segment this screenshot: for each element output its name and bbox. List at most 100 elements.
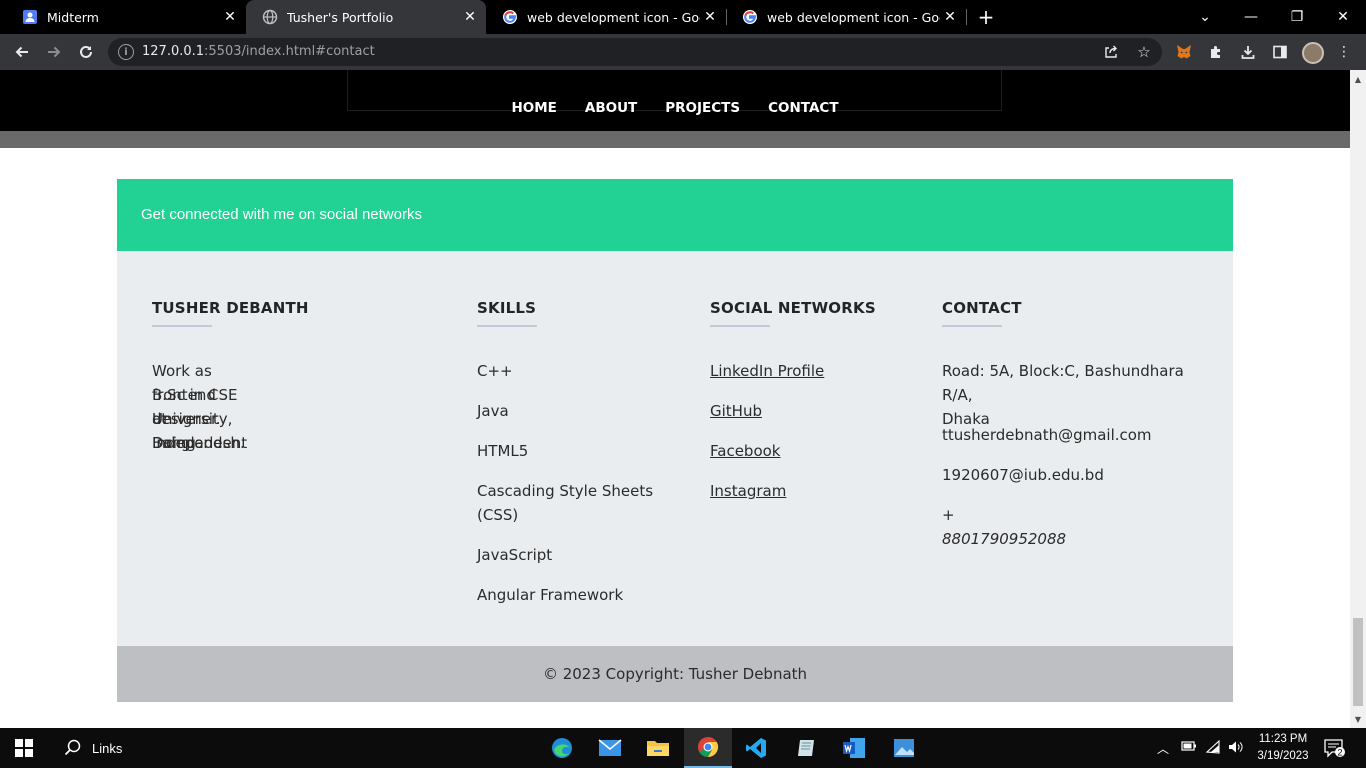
taskbar-search-label[interactable]: Links bbox=[92, 728, 136, 768]
wifi-icon[interactable] bbox=[1205, 739, 1221, 757]
page-viewport: HOME ABOUT PROJECTS CONTACT Get connecte… bbox=[0, 70, 1350, 728]
chrome-icon[interactable] bbox=[684, 728, 732, 768]
contact-heading: CONTACT bbox=[942, 299, 1022, 317]
scroll-up-arrow-icon[interactable]: ▲ bbox=[1350, 72, 1366, 86]
heading-rule bbox=[942, 325, 1002, 327]
back-arrow-icon[interactable] bbox=[8, 38, 36, 66]
facebook-link[interactable]: Facebook bbox=[710, 442, 780, 460]
battery-icon[interactable] bbox=[1181, 740, 1197, 755]
nav-about[interactable]: ABOUT bbox=[585, 100, 637, 116]
nav-links: HOME ABOUT PROJECTS CONTACT bbox=[0, 100, 1350, 116]
skill-item-continued: (CSS) bbox=[477, 506, 519, 524]
reload-icon[interactable] bbox=[72, 38, 100, 66]
close-icon[interactable]: ✕ bbox=[460, 7, 480, 27]
close-window-button[interactable]: ✕ bbox=[1320, 0, 1366, 34]
github-link[interactable]: GitHub bbox=[710, 402, 762, 420]
footer-body: TUSHER DEBANTH Work as frontend designer… bbox=[117, 251, 1233, 646]
minimize-button[interactable]: — bbox=[1228, 0, 1274, 34]
copyright-bar: © 2023 Copyright: Tusher Debnath bbox=[117, 646, 1233, 702]
kebab-menu-icon[interactable]: ⋮ bbox=[1334, 42, 1354, 62]
share-icon[interactable] bbox=[1102, 43, 1120, 61]
nav-projects[interactable]: PROJECTS bbox=[665, 100, 740, 116]
windows-start-icon[interactable] bbox=[0, 728, 48, 768]
tab-google-2[interactable]: web development icon - Google ✕ bbox=[726, 0, 966, 34]
bookmark-star-icon[interactable]: ☆ bbox=[1135, 43, 1153, 61]
instagram-link[interactable]: Instagram bbox=[710, 482, 786, 500]
notes-app-icon[interactable] bbox=[782, 728, 830, 768]
forward-arrow-icon[interactable] bbox=[40, 38, 68, 66]
site-navbar: HOME ABOUT PROJECTS CONTACT bbox=[0, 70, 1350, 131]
skill-item: Cascading Style Sheets bbox=[477, 482, 654, 500]
volume-icon[interactable] bbox=[1228, 740, 1244, 757]
page-scrollbar[interactable]: ▲ ▼ bbox=[1350, 70, 1366, 728]
close-icon[interactable]: ✕ bbox=[700, 7, 720, 27]
notification-count: 2 bbox=[1337, 748, 1342, 758]
close-icon[interactable]: ✕ bbox=[940, 7, 960, 27]
profile-avatar[interactable] bbox=[1302, 42, 1324, 64]
globe-icon bbox=[262, 9, 278, 25]
notification-center-icon[interactable]: 2 bbox=[1324, 738, 1346, 761]
social-heading: SOCIAL NETWORKS bbox=[710, 299, 876, 317]
nav-contact[interactable]: CONTACT bbox=[768, 100, 838, 116]
copyright-text: © 2023 Copyright: Tusher Debnath bbox=[542, 665, 808, 683]
close-icon[interactable]: ✕ bbox=[220, 7, 240, 27]
tab-midterm[interactable]: Midterm ✕ bbox=[6, 0, 246, 34]
skills-heading: SKILLS bbox=[477, 299, 537, 317]
photos-icon[interactable] bbox=[880, 728, 928, 768]
windows-taskbar: Links ︿ 11:23 PM 3/19/2023 2 bbox=[0, 728, 1366, 768]
tab-strip: Midterm ✕ Tusher's Portfolio ✕ web devel… bbox=[0, 0, 1366, 34]
social-link-item: LinkedIn Profile bbox=[710, 359, 824, 383]
linkedin-link[interactable]: LinkedIn Profile bbox=[710, 362, 824, 380]
url-text: 127.0.0.1:5503/index.html#contact bbox=[142, 44, 375, 59]
tab-title: Tusher's Portfolio bbox=[287, 9, 394, 25]
tab-search-chevron-icon[interactable]: ⌄ bbox=[1182, 0, 1228, 34]
browser-toolbar: i 127.0.0.1:5503/index.html#contact ☆ ⋮ bbox=[0, 34, 1366, 70]
contact-phone: + 8801790952088 bbox=[942, 506, 1067, 548]
tab-title: Midterm bbox=[47, 9, 99, 25]
person-badge-icon bbox=[22, 9, 38, 25]
tab-title: web development icon - Google bbox=[527, 9, 700, 25]
nav-home[interactable]: HOME bbox=[511, 100, 556, 116]
social-link-item: Instagram bbox=[710, 479, 786, 503]
address-bar[interactable]: i 127.0.0.1:5503/index.html#contact ☆ bbox=[108, 38, 1162, 66]
file-explorer-icon[interactable] bbox=[634, 728, 682, 768]
clock-time: 11:23 PM bbox=[1258, 733, 1308, 745]
tab-separator bbox=[966, 9, 967, 25]
skill-item: Angular Framework bbox=[477, 586, 624, 604]
tab-google-1[interactable]: web development icon - Google ✕ bbox=[486, 0, 726, 34]
download-icon[interactable] bbox=[1238, 42, 1258, 62]
google-icon bbox=[502, 9, 518, 25]
scrollbar-thumb[interactable] bbox=[1353, 618, 1363, 706]
tray-overflow-chevron-icon[interactable]: ︿ bbox=[1157, 740, 1169, 757]
restore-button[interactable]: ❐ bbox=[1274, 0, 1320, 34]
contact-email: 1920607@iub.edu.bd bbox=[942, 466, 1104, 484]
side-panel-icon[interactable] bbox=[1270, 42, 1290, 62]
vscode-icon[interactable] bbox=[732, 728, 780, 768]
site-info-icon[interactable]: i bbox=[118, 44, 134, 60]
heading-rule bbox=[152, 325, 212, 327]
new-tab-button[interactable]: + bbox=[974, 5, 998, 29]
search-icon[interactable] bbox=[56, 728, 90, 768]
skill-item: JavaScript bbox=[477, 546, 553, 564]
social-link-item: Facebook bbox=[710, 439, 780, 463]
skill-item: Java bbox=[477, 402, 509, 420]
metamask-fox-icon[interactable] bbox=[1174, 42, 1194, 62]
taskbar-clock[interactable]: 11:23 PM 3/19/2023 bbox=[1250, 731, 1316, 765]
mail-icon[interactable] bbox=[586, 728, 634, 768]
extensions-puzzle-icon[interactable] bbox=[1206, 42, 1226, 62]
social-banner-text: Get connected with me on social networks bbox=[141, 206, 422, 223]
contact-address-line: Road: 5A, Block:C, Bashundhara bbox=[942, 362, 1184, 380]
scroll-down-arrow-icon[interactable]: ▼ bbox=[1350, 712, 1366, 726]
tab-portfolio[interactable]: Tusher's Portfolio ✕ bbox=[246, 0, 486, 34]
section-divider bbox=[0, 131, 1350, 148]
skill-item: C++ bbox=[477, 362, 513, 380]
tab-title: web development icon - Google bbox=[767, 9, 940, 25]
word-icon[interactable] bbox=[830, 728, 878, 768]
heading-rule bbox=[710, 325, 770, 327]
google-icon bbox=[742, 9, 758, 25]
about-text-line: University, Bangladesh. bbox=[152, 410, 245, 452]
social-banner: Get connected with me on social networks bbox=[117, 179, 1233, 251]
edge-icon[interactable] bbox=[538, 728, 586, 768]
contact-email: ttusherdebnath@gmail.com bbox=[942, 426, 1152, 444]
heading-rule bbox=[477, 325, 537, 327]
